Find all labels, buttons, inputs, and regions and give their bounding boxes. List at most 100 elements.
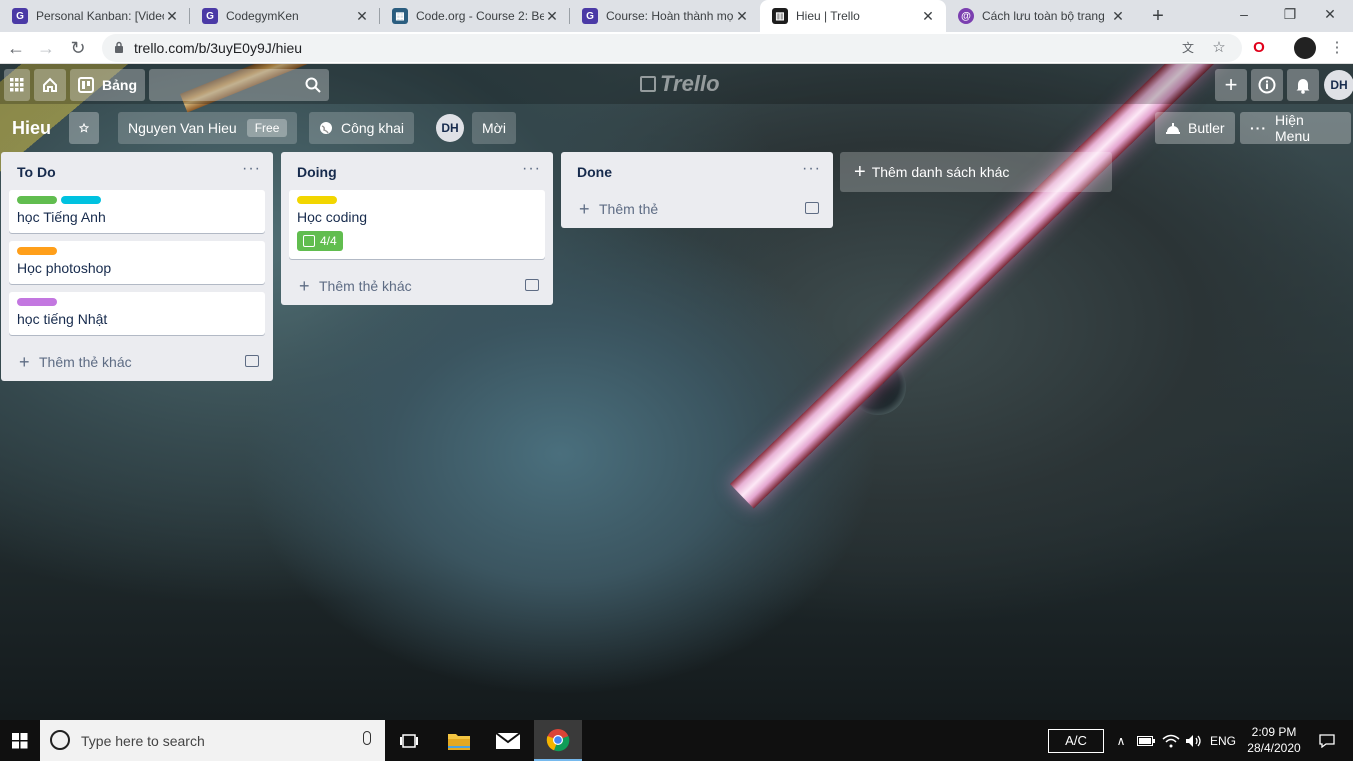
wifi-icon[interactable]: [1161, 720, 1181, 761]
ac-indicator[interactable]: A/C: [1048, 729, 1104, 753]
windows-start-icon[interactable]: [0, 720, 40, 761]
card-title: Học coding: [297, 209, 368, 225]
new-tab-button[interactable]: +: [1146, 4, 1170, 28]
card-template-icon[interactable]: [245, 355, 259, 367]
card-title: học Tiếng Anh: [17, 209, 106, 225]
taskbar-search[interactable]: Type here to search: [40, 720, 385, 761]
apps-grid-icon[interactable]: [4, 69, 30, 101]
add-card-button[interactable]: + Thêm thẻ khác: [281, 267, 553, 305]
quora-icon: @: [958, 8, 974, 24]
card[interactable]: Học photoshop: [9, 241, 265, 284]
system-clock[interactable]: 2:09 PM 28/4/2020: [1240, 724, 1308, 756]
microphone-icon[interactable]: [363, 731, 371, 745]
browser-tab[interactable]: ▦ Code.org - Course 2: Be ✕: [380, 0, 570, 32]
board-title[interactable]: Hieu: [4, 110, 59, 146]
list-menu-icon[interactable]: ···: [242, 160, 261, 178]
show-menu-label: Hiện Menu: [1275, 112, 1311, 144]
trello-logo[interactable]: Trello: [640, 71, 720, 96]
team-button[interactable]: Nguyen Van Hieu Free: [118, 112, 298, 144]
close-icon[interactable]: ✕: [1110, 8, 1126, 25]
add-card-button[interactable]: + Thêm thẻ: [561, 190, 833, 228]
mail-icon[interactable]: [484, 720, 532, 761]
opera-extension-icon[interactable]: O: [1248, 37, 1270, 59]
browser-tab[interactable]: G Personal Kanban: [Video ✕: [0, 0, 190, 32]
yellow-label[interactable]: [297, 196, 337, 204]
trello-icon: ▥: [772, 8, 788, 24]
minimize-button[interactable]: –: [1221, 0, 1267, 32]
invite-button[interactable]: Mời: [472, 112, 516, 144]
list-menu-icon[interactable]: ···: [802, 160, 821, 178]
bookmark-star-icon[interactable]: ☆: [1208, 37, 1230, 59]
purple-label[interactable]: [17, 298, 57, 306]
address-bar[interactable]: trello.com/b/3uyE0y9J/hieu: [102, 34, 1242, 62]
browser-tab[interactable]: @ Cách lưu toàn bộ trang ✕: [946, 0, 1136, 32]
list-title[interactable]: Doing: [297, 164, 337, 180]
reload-icon[interactable]: ↻: [66, 36, 90, 60]
trello-logo-icon: [640, 76, 656, 92]
card-template-icon[interactable]: [525, 279, 539, 291]
info-icon[interactable]: [1251, 69, 1283, 101]
create-plus-button[interactable]: +: [1215, 69, 1247, 101]
translate-icon[interactable]: 文: [1177, 37, 1199, 59]
visibility-button[interactable]: Công khai: [309, 112, 415, 144]
more-vert-icon[interactable]: ⋮: [1326, 37, 1348, 59]
close-icon[interactable]: ✕: [354, 8, 370, 25]
plus-icon: +: [299, 276, 310, 296]
battery-icon[interactable]: [1136, 720, 1156, 761]
star-board-button[interactable]: [69, 112, 99, 144]
orange-label[interactable]: [17, 247, 57, 255]
close-icon[interactable]: ✕: [544, 8, 560, 25]
list-title[interactable]: To Do: [17, 164, 56, 180]
butler-label: Butler: [1188, 120, 1225, 136]
list-title[interactable]: Done: [577, 164, 612, 180]
close-icon[interactable]: ✕: [164, 8, 180, 25]
plus-icon: +: [579, 199, 590, 219]
more-horiz-icon: ···: [1250, 120, 1267, 136]
add-list-button[interactable]: + Thêm danh sách khác: [840, 152, 1112, 192]
add-list-label: Thêm danh sách khác: [871, 164, 1010, 180]
list-menu-icon[interactable]: ···: [522, 160, 541, 178]
window-close-button[interactable]: ✕: [1307, 0, 1353, 32]
butler-button[interactable]: Butler: [1155, 112, 1235, 144]
green-label[interactable]: [17, 196, 57, 204]
add-card-label: Thêm thẻ khác: [39, 354, 132, 370]
close-icon[interactable]: ✕: [734, 8, 750, 25]
browser-tab-active[interactable]: ▥ Hieu | Trello ✕: [760, 0, 946, 32]
card[interactable]: học tiếng Nhật: [9, 292, 265, 335]
board-header: Hieu Nguyen Van Hieu Free Công khai DH M…: [0, 110, 1353, 146]
card-template-icon[interactable]: [805, 202, 819, 214]
search-field[interactable]: [149, 69, 329, 101]
browser-tab[interactable]: G Course: Hoàn thành mọ ✕: [570, 0, 760, 32]
star-icon: [79, 122, 89, 133]
card[interactable]: học Tiếng Anh: [9, 190, 265, 233]
clock-time: 2:09 PM: [1251, 725, 1297, 739]
file-explorer-icon[interactable]: [435, 720, 483, 761]
search-input[interactable]: [149, 69, 299, 101]
codegym-icon: G: [582, 8, 598, 24]
card-title: Học photoshop: [17, 260, 112, 276]
user-avatar[interactable]: DH: [1324, 70, 1353, 100]
board-canvas: Bảng Trello + DH Hieu Nguyen Van Hieu Fr…: [0, 64, 1353, 720]
clock-date: 28/4/2020: [1247, 741, 1301, 755]
chrome-icon[interactable]: [534, 720, 582, 761]
browser-tab[interactable]: G CodegymKen ✕: [190, 0, 380, 32]
sky-label[interactable]: [61, 196, 101, 204]
card[interactable]: Học coding 4/4: [289, 190, 545, 259]
task-view-icon[interactable]: [385, 720, 433, 761]
profile-avatar-icon[interactable]: [1294, 37, 1316, 59]
add-card-button[interactable]: + Thêm thẻ khác: [1, 343, 273, 381]
forward-icon[interactable]: →: [34, 36, 58, 60]
notifications-bell-icon[interactable]: [1287, 69, 1319, 101]
board-member-avatar[interactable]: DH: [436, 114, 464, 142]
show-menu-button[interactable]: ··· Hiện Menu: [1240, 112, 1351, 144]
boards-button[interactable]: Bảng: [70, 69, 145, 101]
back-icon[interactable]: ←: [4, 36, 28, 60]
codegym-icon: G: [202, 8, 218, 24]
chevron-up-icon[interactable]: ∧: [1112, 720, 1130, 761]
close-icon[interactable]: ✕: [920, 8, 936, 25]
volume-icon[interactable]: [1184, 720, 1204, 761]
search-icon[interactable]: [305, 77, 321, 93]
home-icon[interactable]: [34, 69, 66, 101]
language-indicator[interactable]: ENG: [1208, 720, 1238, 761]
action-center-icon[interactable]: [1312, 720, 1342, 761]
